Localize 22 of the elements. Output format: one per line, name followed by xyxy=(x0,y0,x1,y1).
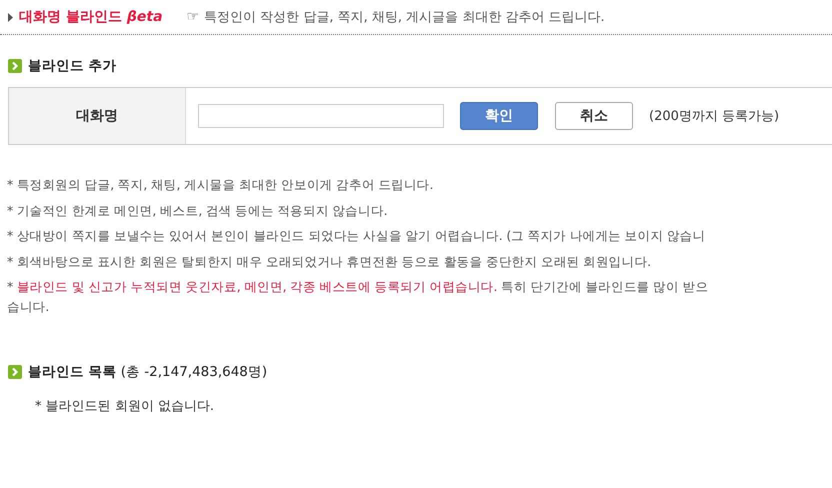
pointing-hand-icon: ☞ xyxy=(186,9,200,25)
limit-note: (200명까지 등록가능) xyxy=(649,108,780,125)
note-text: * 특정회원의 답글, 쪽지, 채팅, 게시물을 최대한 안보이게 감추어 드립니다. xyxy=(7,176,434,194)
header-hint: 특정인이 작성한 답글, 쪽지, 채팅, 게시글을 최대한 감추어 드립니다. xyxy=(204,9,605,26)
section-title: 블라인드 추가 xyxy=(28,57,117,75)
confirm-button[interactable]: 확인 xyxy=(460,102,538,130)
member-count: (총 -2,147,483,648명) xyxy=(120,362,268,380)
nickname-input-field[interactable] xyxy=(198,104,444,128)
page-title: 대화명 블라인드 xyxy=(19,8,122,26)
beta-label: βeta xyxy=(126,9,163,25)
chevron-icon xyxy=(8,59,22,73)
note-text: * 회색바탕으로 표시한 회원은 탈퇴한지 매우 오래되었거나 휴면전환 등으로 활동을 중단한지 오래된 회원입니다. xyxy=(7,252,652,270)
empty-message: * 블라인드된 회원이 없습니다. xyxy=(35,398,216,414)
triangle-icon xyxy=(8,12,13,22)
chevron-icon xyxy=(8,364,22,378)
section-title: 블라인드 목록 xyxy=(28,362,117,380)
note-text: * 블라인드 및 신고가 누적되면 웃긴자료, 메인면, 각종 베스트에 등록되기 어렵습니다. 특히 단기간에 블라인드를 많이 받으 xyxy=(7,278,710,296)
field-label: 대화명 xyxy=(9,88,186,144)
note-text: 습니다. xyxy=(7,298,50,316)
note-text: * 기술적인 한계로 메인면, 베스트, 검색 등에는 적용되지 않습니다. xyxy=(7,202,388,220)
cancel-button[interactable]: 취소 xyxy=(555,102,633,130)
note-text: * 상대방이 쪽지를 보낼수는 있어서 본인이 블라인드 되었다는 사실을 알기 어렵습니다. (그 쪽지가 나에게는 보이지 않습니 xyxy=(7,227,706,245)
